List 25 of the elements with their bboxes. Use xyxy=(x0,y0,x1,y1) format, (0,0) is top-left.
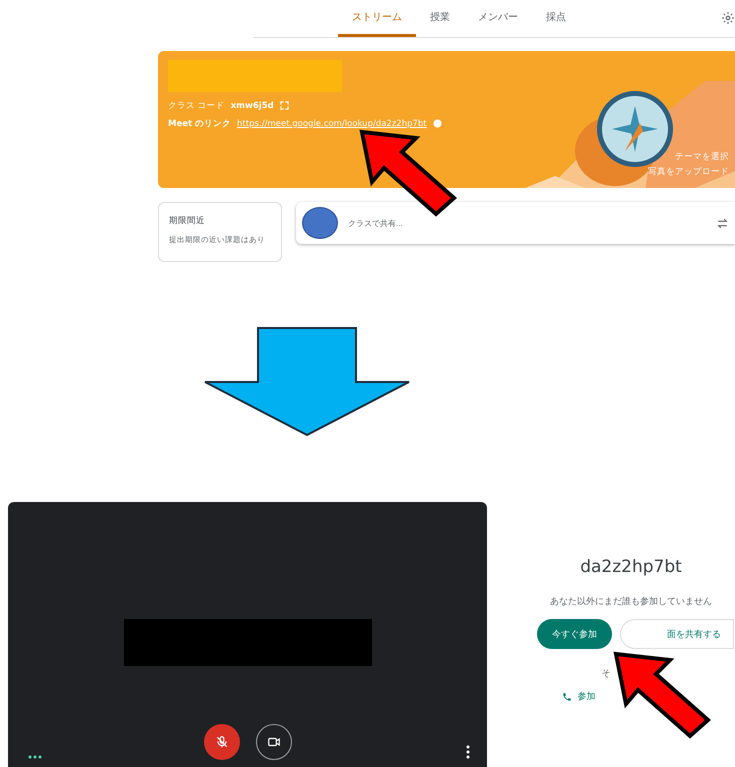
phone-join-link[interactable]: 参加 xyxy=(562,690,596,703)
class-code-label: クラス コード xyxy=(168,100,225,112)
phone-icon xyxy=(562,692,572,702)
tab[interactable]: 採点 xyxy=(532,0,580,37)
present-button[interactable]: 面を共有する xyxy=(620,619,734,649)
mic-off-icon xyxy=(214,735,228,749)
meeting-code: da2z2hp7bt xyxy=(580,557,682,577)
share-field[interactable]: クラスで共有... xyxy=(346,218,708,228)
upcoming-title: 期限間近 xyxy=(169,215,206,227)
tab[interactable]: ストリーム xyxy=(338,0,416,37)
meet-link-label: Meet のリンク xyxy=(168,118,232,130)
other-text: そ xyxy=(602,668,610,680)
class-code: xmw6j5d xyxy=(230,100,274,111)
avatar-icon xyxy=(302,207,338,239)
status-text: あなた以外にまだ誰も参加していません xyxy=(550,596,712,608)
camera-button[interactable] xyxy=(256,724,292,760)
join-button[interactable]: 今すぐ参加 xyxy=(537,619,612,649)
settings-icon[interactable] xyxy=(721,11,735,25)
more-dots-icon xyxy=(28,755,42,759)
tab[interactable]: メンバー xyxy=(464,0,532,37)
camera-icon xyxy=(266,735,280,749)
tab[interactable]: 授業 xyxy=(416,0,464,37)
repost-icon[interactable] xyxy=(716,216,729,230)
menu-icon[interactable] xyxy=(466,745,470,759)
mic-button[interactable] xyxy=(204,724,240,760)
